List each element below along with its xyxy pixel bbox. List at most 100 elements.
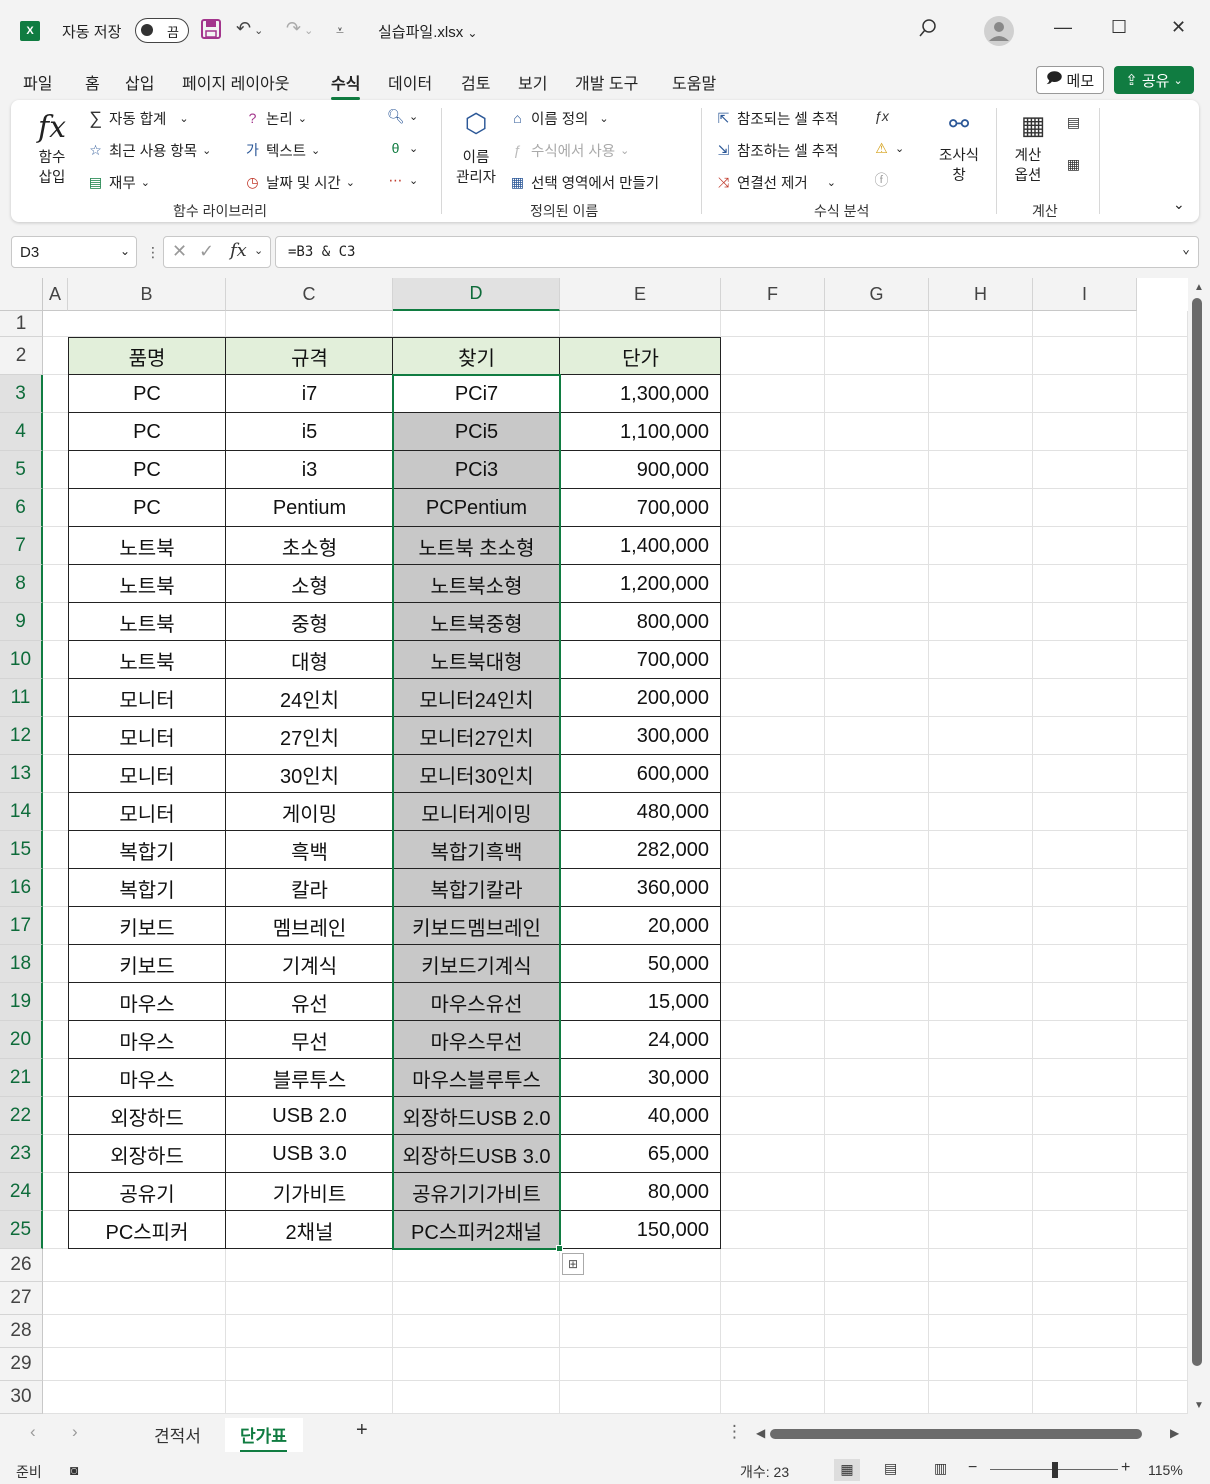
logical-button[interactable]: ? 논리 ⌄ bbox=[244, 108, 307, 129]
row-header-26[interactable]: 26 bbox=[0, 1249, 43, 1282]
row-header-30[interactable]: 30 bbox=[0, 1381, 43, 1414]
name-manager-button[interactable]: ⬡ 이름 관리자 bbox=[451, 108, 501, 190]
table-cell-item-name[interactable]: PC스피커 bbox=[68, 1211, 226, 1249]
tab-home[interactable]: 홈 bbox=[85, 70, 100, 94]
calculate-now-button[interactable]: ▤ bbox=[1065, 114, 1082, 131]
enter-icon[interactable]: ✓ bbox=[199, 241, 214, 262]
recent-functions-button[interactable]: ☆ 최근 사용 항목 ⌄ bbox=[87, 140, 211, 161]
table-cell-price[interactable]: 300,000 bbox=[560, 717, 721, 755]
column-header-e[interactable]: E bbox=[560, 278, 721, 311]
define-name-button[interactable]: ⌂ 이름 정의 ⌄ bbox=[509, 108, 608, 129]
column-header-i[interactable]: I bbox=[1033, 278, 1137, 311]
row-header-29[interactable]: 29 bbox=[0, 1348, 43, 1381]
table-cell-item-name[interactable]: 노트북 bbox=[68, 527, 226, 565]
table-cell-item-name[interactable]: 마우스 bbox=[68, 1021, 226, 1059]
row-header-17[interactable]: 17 bbox=[0, 907, 43, 945]
zoom-in-icon[interactable]: + bbox=[1121, 1459, 1130, 1477]
minimize-icon[interactable]: — bbox=[1054, 17, 1072, 38]
table-cell-spec[interactable]: 무선 bbox=[226, 1021, 393, 1059]
row-header-11[interactable]: 11 bbox=[0, 679, 43, 717]
financial-button[interactable]: ▤ 재무 ⌄ bbox=[87, 172, 150, 193]
column-header-h[interactable]: H bbox=[929, 278, 1033, 311]
table-cell-price[interactable]: 65,000 bbox=[560, 1135, 721, 1173]
more-sheets-icon[interactable]: ⋮ bbox=[726, 1422, 743, 1442]
evaluate-formula-button[interactable]: ⓕ bbox=[873, 172, 890, 189]
table-cell-item-name[interactable]: 모니터 bbox=[68, 679, 226, 717]
status-count[interactable]: 개수: 23 bbox=[740, 1462, 789, 1482]
undo-icon[interactable]: ↶ ⌄ bbox=[236, 18, 263, 39]
table-header-spec[interactable]: 규격 bbox=[226, 337, 393, 375]
name-box[interactable]: D3 ⌄ bbox=[11, 236, 137, 268]
insert-function-button[interactable]: fx 함수 삽입 bbox=[29, 110, 75, 190]
worksheet-grid[interactable]: A B C D E F G H I 1 2 3 4 5 6 7 8 9 10 11 12 13 14 15 16 17 18 19 20… bbox=[0, 278, 1188, 1414]
table-cell-price[interactable]: 30,000 bbox=[560, 1059, 721, 1097]
table-cell-price[interactable]: 480,000 bbox=[560, 793, 721, 831]
table-cell-price[interactable]: 282,000 bbox=[560, 831, 721, 869]
table-cell-spec[interactable]: 멤브레인 bbox=[226, 907, 393, 945]
normal-view-icon[interactable]: ▦ bbox=[834, 1459, 860, 1481]
table-cell-spec[interactable]: Pentium bbox=[226, 489, 393, 527]
close-icon[interactable]: ✕ bbox=[1171, 17, 1186, 38]
use-in-formula-button[interactable]: ƒ 수식에서 사용 ⌄ bbox=[509, 140, 630, 161]
table-cell-price[interactable]: 1,300,000 bbox=[560, 375, 721, 413]
error-checking-button[interactable]: ⚠ ⌄ bbox=[873, 140, 904, 157]
table-cell-spec[interactable]: 기계식 bbox=[226, 945, 393, 983]
formula-input[interactable]: =B3 & C3 ⌄ bbox=[275, 236, 1199, 268]
column-header-b[interactable]: B bbox=[68, 278, 226, 311]
column-header-a[interactable]: A bbox=[43, 278, 68, 311]
table-cell-price[interactable]: 15,000 bbox=[560, 983, 721, 1021]
scroll-left-icon[interactable]: ◀ bbox=[756, 1426, 765, 1440]
column-header-f[interactable]: F bbox=[721, 278, 825, 311]
table-cell-spec[interactable]: 블루투스 bbox=[226, 1059, 393, 1097]
table-cell-price[interactable]: 1,100,000 bbox=[560, 413, 721, 451]
vertical-scrollbar[interactable]: ▲ ▼ bbox=[1188, 278, 1210, 1414]
tab-page-layout[interactable]: 페이지 레이아웃 bbox=[182, 70, 290, 94]
table-cell-item-name[interactable]: 마우스 bbox=[68, 983, 226, 1021]
row-header-14[interactable]: 14 bbox=[0, 793, 43, 831]
share-button[interactable]: ⇪ 공유 ⌄ bbox=[1114, 66, 1194, 94]
text-button[interactable]: 가 텍스트 ⌄ bbox=[244, 140, 320, 161]
table-cell-price[interactable]: 20,000 bbox=[560, 907, 721, 945]
table-cell-price[interactable]: 700,000 bbox=[560, 489, 721, 527]
column-header-c[interactable]: C bbox=[226, 278, 393, 311]
table-cell-item-name[interactable]: 마우스 bbox=[68, 1059, 226, 1097]
table-cell-price[interactable]: 24,000 bbox=[560, 1021, 721, 1059]
row-header-4[interactable]: 4 bbox=[0, 413, 43, 451]
table-cell-price[interactable]: 150,000 bbox=[560, 1211, 721, 1249]
table-cell-spec[interactable]: 24인치 bbox=[226, 679, 393, 717]
zoom-level[interactable]: 115% bbox=[1148, 1462, 1183, 1478]
maximize-icon[interactable]: ☐ bbox=[1111, 17, 1127, 38]
row-header-6[interactable]: 6 bbox=[0, 489, 43, 527]
table-cell-item-name[interactable]: 노트북 bbox=[68, 603, 226, 641]
autosum-button[interactable]: ∑ 자동 합계 ⌄ bbox=[87, 108, 189, 129]
table-cell-spec[interactable]: 유선 bbox=[226, 983, 393, 1021]
table-cell-price[interactable]: 800,000 bbox=[560, 603, 721, 641]
add-sheet-button[interactable]: + bbox=[356, 1419, 368, 1442]
table-cell-item-name[interactable]: PC bbox=[68, 375, 226, 413]
page-break-view-icon[interactable]: ▥ bbox=[934, 1460, 947, 1477]
table-cell-price[interactable]: 50,000 bbox=[560, 945, 721, 983]
remove-arrows-button[interactable]: ⤨ 연결선 제거 ⌄ bbox=[715, 172, 836, 193]
table-cell-spec[interactable]: 초소형 bbox=[226, 527, 393, 565]
table-cell-item-name[interactable]: 외장하드 bbox=[68, 1135, 226, 1173]
lookup-button[interactable]: 🔍︎ ⌄ bbox=[387, 108, 418, 125]
table-cell-spec[interactable]: i3 bbox=[226, 451, 393, 489]
scroll-right-icon[interactable]: ▶ bbox=[1170, 1426, 1179, 1440]
select-all-corner[interactable] bbox=[0, 278, 43, 311]
row-header-16[interactable]: 16 bbox=[0, 869, 43, 907]
tab-file[interactable]: 파일 bbox=[23, 70, 52, 94]
more-icon[interactable]: ⋮ bbox=[146, 244, 160, 261]
account-icon[interactable] bbox=[983, 15, 1015, 52]
tab-insert[interactable]: 삽입 bbox=[125, 70, 154, 94]
collapse-ribbon-button[interactable]: ⌄ bbox=[1173, 196, 1185, 213]
table-cell-price[interactable]: 600,000 bbox=[560, 755, 721, 793]
row-header-7[interactable]: 7 bbox=[0, 527, 43, 565]
prev-sheet-icon[interactable]: ‹ bbox=[30, 1422, 36, 1442]
row-header-18[interactable]: 18 bbox=[0, 945, 43, 983]
next-sheet-icon[interactable]: › bbox=[72, 1422, 78, 1442]
table-cell-price[interactable]: 1,200,000 bbox=[560, 565, 721, 603]
row-header-13[interactable]: 13 bbox=[0, 755, 43, 793]
page-layout-view-icon[interactable]: ▤ bbox=[884, 1460, 897, 1477]
row-header-23[interactable]: 23 bbox=[0, 1135, 43, 1173]
sheet-tab-estimate[interactable]: 견적서 bbox=[154, 1422, 201, 1447]
